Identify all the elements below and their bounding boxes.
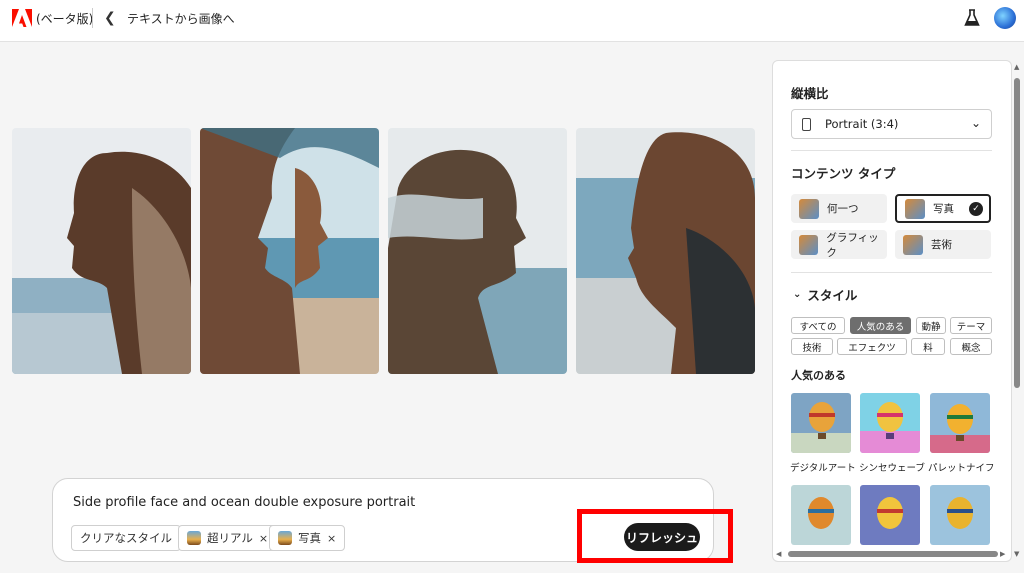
style-label: デジタルアート xyxy=(790,463,856,474)
content-type-thumbnail xyxy=(799,198,819,219)
style-palette-knife[interactable] xyxy=(930,393,990,453)
scroll-up-icon[interactable]: ▲ xyxy=(1014,63,1019,71)
popular-title: 人気のある xyxy=(791,369,846,382)
content-type-art[interactable]: 芸術 xyxy=(895,230,991,259)
chip-thumbnail xyxy=(187,531,201,545)
filter-motion[interactable]: 動静 xyxy=(916,317,946,334)
aspect-ratio-title: 縦横比 xyxy=(791,86,829,101)
scrollbar-thumb[interactable] xyxy=(1014,78,1020,388)
divider xyxy=(791,272,992,273)
filter-effects[interactable]: エフェクツ xyxy=(837,338,907,355)
image-gallery xyxy=(12,128,755,374)
content-type-label: グラフィック xyxy=(826,231,879,259)
aspect-ratio-dropdown[interactable]: Portrait (3:4) ⌄ xyxy=(791,109,992,139)
filter-all[interactable]: すべての xyxy=(791,317,845,334)
close-icon[interactable]: × xyxy=(327,532,336,545)
content-type-none[interactable]: 何一つ xyxy=(791,194,887,223)
style-label: パレットナイフ xyxy=(928,463,995,474)
style-synthwave[interactable] xyxy=(860,393,920,453)
style-digital-art[interactable] xyxy=(791,393,851,453)
content-type-label: 写真 xyxy=(933,203,954,215)
filter-popular[interactable]: 人気のある xyxy=(850,317,911,334)
chip-label: 超リアル xyxy=(207,531,253,545)
flask-icon[interactable] xyxy=(964,9,980,27)
avatar[interactable] xyxy=(994,7,1016,29)
style-title: スタイル xyxy=(807,288,858,303)
adobe-logo-icon[interactable] xyxy=(12,9,32,27)
content-type-title: コンテンツ タイプ xyxy=(791,166,896,181)
portrait-icon xyxy=(802,117,811,131)
checkmark-icon: ✓ xyxy=(969,202,983,216)
chip-hyper-real[interactable]: 超リアル × xyxy=(178,525,278,551)
content-type-label: 芸術 xyxy=(931,239,952,251)
back-chevron-icon[interactable]: ❮ xyxy=(104,10,116,26)
filter-material[interactable]: 料 xyxy=(911,338,945,355)
settings-panel: 縦横比 Portrait (3:4) ⌄ コンテンツ タイプ 何一つ 写真 ✓ … xyxy=(772,60,1012,562)
filter-theme[interactable]: テーマ xyxy=(950,317,992,334)
generated-image-2[interactable] xyxy=(200,128,379,374)
divider xyxy=(92,8,93,28)
chevron-down-icon: ⌄ xyxy=(793,289,802,300)
divider xyxy=(791,150,992,151)
chip-clear-style[interactable]: クリアなスタイル xyxy=(71,525,181,551)
scroll-down-icon[interactable]: ▼ xyxy=(1014,550,1019,558)
scroll-left-icon[interactable]: ◀ xyxy=(776,550,781,558)
content-type-graphic[interactable]: グラフィック xyxy=(791,230,887,259)
style-label: シンセウェーブ xyxy=(859,463,925,474)
beta-label: (ベータ版) xyxy=(36,12,94,26)
content-type-thumbnail xyxy=(903,234,923,255)
horizontal-scrollbar[interactable]: ◀ ▶ xyxy=(772,548,1012,560)
filter-technique[interactable]: 技術 xyxy=(791,338,833,355)
refresh-button[interactable]: リフレッシュ xyxy=(624,523,700,551)
style-thumbnail[interactable] xyxy=(860,485,920,545)
chip-label: 写真 xyxy=(298,531,321,545)
vertical-scrollbar[interactable]: ▲ ▼ xyxy=(1011,60,1023,562)
top-bar: (ベータ版) ❮ テキストから画像へ xyxy=(0,0,1024,42)
page-title: テキストから画像へ xyxy=(127,12,235,26)
scrollbar-thumb[interactable] xyxy=(788,551,998,557)
scroll-right-icon[interactable]: ▶ xyxy=(1000,550,1005,558)
content-type-label: 何一つ xyxy=(827,203,859,215)
generated-image-4[interactable] xyxy=(576,128,755,374)
content-type-thumbnail xyxy=(905,198,925,219)
chip-thumbnail xyxy=(278,531,292,545)
filter-concept[interactable]: 概念 xyxy=(950,338,992,355)
style-section-toggle[interactable]: ⌄ スタイル xyxy=(793,285,857,304)
chip-photo[interactable]: 写真 × xyxy=(269,525,346,551)
generated-image-1[interactable] xyxy=(12,128,191,374)
prompt-text[interactable]: Side profile face and ocean double expos… xyxy=(73,495,415,510)
content-type-thumbnail xyxy=(799,234,819,255)
aspect-ratio-value: Portrait (3:4) xyxy=(825,117,899,131)
chevron-down-icon: ⌄ xyxy=(970,116,981,130)
chip-label: クリアなスタイル xyxy=(80,531,172,545)
content-type-photo[interactable]: 写真 ✓ xyxy=(895,194,991,223)
style-thumbnail[interactable] xyxy=(791,485,851,545)
close-icon[interactable]: × xyxy=(259,532,268,545)
generated-image-3[interactable] xyxy=(388,128,567,374)
style-thumbnail[interactable] xyxy=(930,485,990,545)
